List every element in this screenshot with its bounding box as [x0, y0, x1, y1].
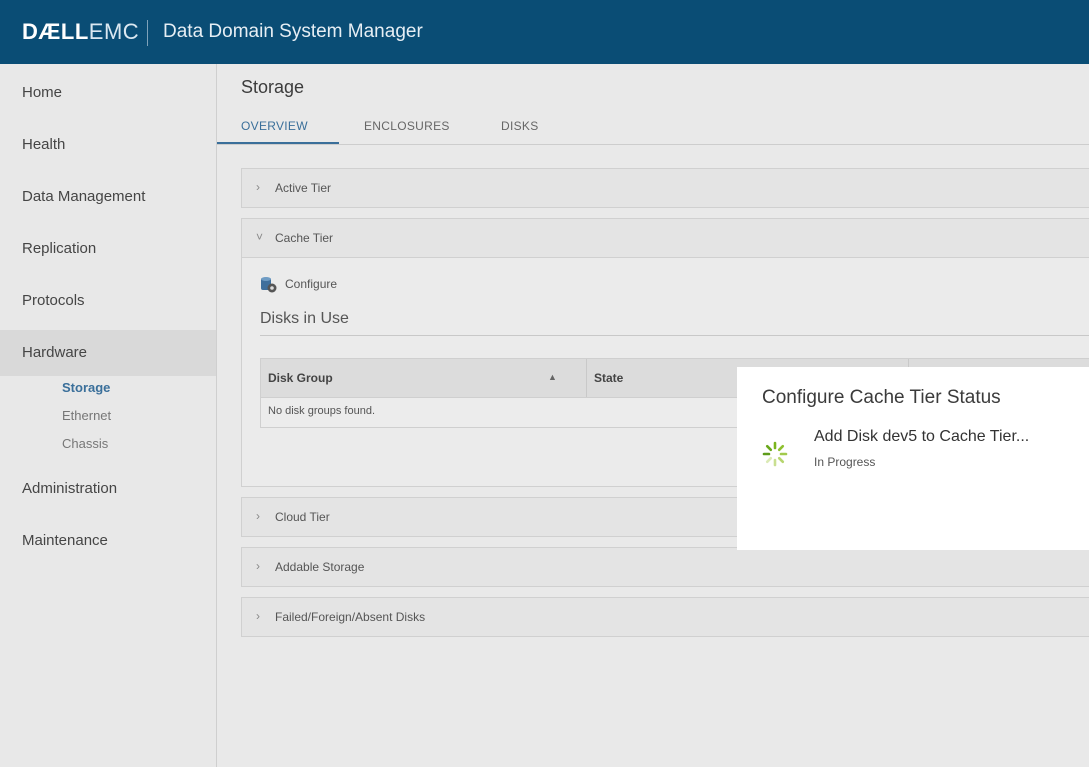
- tab-enclosures[interactable]: ENCLOSURES: [364, 119, 450, 133]
- panel-header[interactable]: › Failed/Foreign/Absent Disks: [242, 598, 1089, 636]
- tab-bar: OVERVIEW ENCLOSURES DISKS: [217, 116, 1089, 145]
- sidebar-subitem-storage[interactable]: Storage: [62, 380, 110, 395]
- sidebar-subitem-ethernet[interactable]: Ethernet: [62, 408, 111, 423]
- sidebar-item-data-management[interactable]: Data Management: [22, 188, 145, 205]
- page-title: Storage: [241, 77, 305, 97]
- panel-title: Cache Tier: [275, 231, 334, 245]
- section-divider: [260, 335, 1089, 336]
- app-title: Data Domain System Manager: [163, 21, 423, 42]
- chevron-right-icon: ›: [256, 509, 260, 523]
- column-divider: [586, 359, 587, 397]
- panel-header[interactable]: ˅ Cache Tier: [242, 219, 1089, 257]
- chevron-right-icon: ›: [256, 559, 260, 573]
- sidebar-item-hardware[interactable]: Hardware: [22, 344, 87, 361]
- column-header-state[interactable]: State: [594, 371, 623, 385]
- loading-spinner-icon: [762, 441, 788, 467]
- task-description: Add Disk dev5 to Cache Tier...: [814, 428, 1030, 445]
- panel-active-tier[interactable]: › Active Tier: [241, 168, 1089, 208]
- chevron-right-icon: ›: [256, 180, 260, 194]
- disks-in-use-heading: Disks in Use: [260, 310, 349, 327]
- sidebar-item-administration[interactable]: Administration: [22, 480, 117, 497]
- empty-table-message: No disk groups found.: [268, 405, 376, 417]
- configure-icon: [261, 277, 277, 293]
- sidebar-subitem-chassis[interactable]: Chassis: [62, 436, 108, 451]
- dialog-title: Configure Cache Tier Status: [762, 387, 1001, 408]
- sidebar-item-protocols[interactable]: Protocols: [22, 292, 85, 309]
- cache-tier-status-dialog: Configure Cache Tier Status Add Disk dev…: [737, 367, 1089, 550]
- sidebar-item-replication[interactable]: Replication: [22, 240, 96, 257]
- panel-failed-foreign-absent-disks[interactable]: › Failed/Foreign/Absent Disks: [241, 597, 1089, 637]
- panel-title: Cloud Tier: [275, 510, 330, 524]
- panel-title: Addable Storage: [275, 560, 365, 574]
- panel-title: Failed/Foreign/Absent Disks: [275, 610, 426, 624]
- header-divider: [147, 20, 148, 46]
- configure-button[interactable]: Configure: [285, 277, 337, 291]
- sidebar-item-maintenance[interactable]: Maintenance: [22, 532, 108, 549]
- dell-emc-logo: DÆLLEMC: [22, 19, 140, 44]
- app-header: DÆLLEMC Data Domain System Manager: [0, 0, 1089, 64]
- panel-header[interactable]: › Addable Storage: [242, 548, 1089, 586]
- tab-overview[interactable]: OVERVIEW: [241, 119, 308, 133]
- chevron-down-icon: ˅: [256, 230, 264, 244]
- sidebar-item-home[interactable]: Home: [22, 84, 62, 101]
- chevron-right-icon: ›: [256, 609, 260, 623]
- column-header-disk-group[interactable]: Disk Group: [268, 371, 333, 385]
- panel-cache-tier[interactable]: ˅ Cache Tier: [241, 218, 1089, 258]
- active-tab-indicator: [217, 142, 339, 144]
- sidebar-item-health[interactable]: Health: [22, 136, 65, 153]
- sort-ascending-icon[interactable]: ▲: [548, 372, 557, 382]
- task-status: In Progress: [814, 455, 876, 469]
- panel-addable-storage[interactable]: › Addable Storage: [241, 547, 1089, 587]
- sidebar-nav: Home Health Data Management Replication …: [0, 64, 217, 767]
- tab-disks[interactable]: DISKS: [501, 119, 539, 133]
- panel-title: Active Tier: [275, 181, 332, 195]
- panel-header[interactable]: › Active Tier: [242, 169, 1089, 207]
